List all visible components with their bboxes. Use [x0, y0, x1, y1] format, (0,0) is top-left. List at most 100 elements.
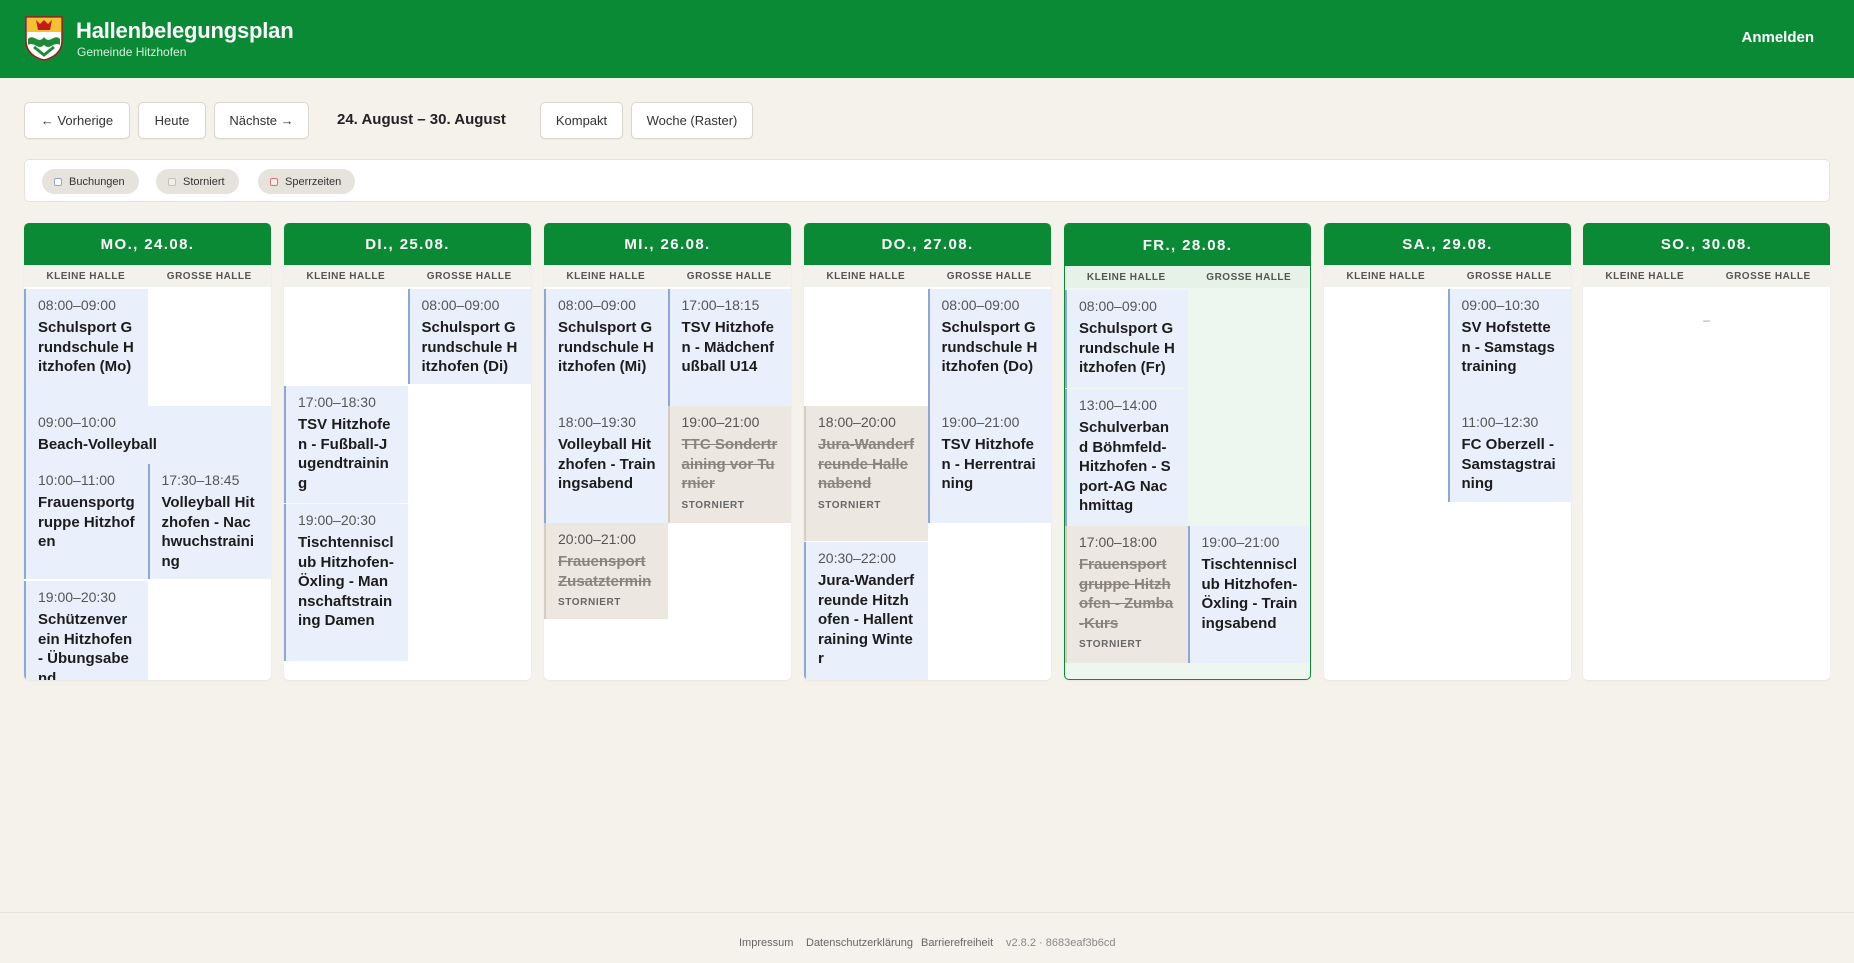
- day-column: FR., 28.08. KLEINE HALLE GROSSE HALLE 08:00…: [1064, 223, 1311, 680]
- booking-title: SV Hofstetten - Samstagstraining: [1461, 319, 1555, 375]
- booking[interactable]: 17:30–18:45 Volleyball Hitzhofen - Nachwu…: [147, 464, 271, 579]
- cancelled-booking[interactable]: 19:00–21:00 TTC Sondertraining vor Turnie…: [667, 406, 791, 523]
- today-button[interactable]: Heute: [138, 102, 206, 139]
- day-column: MO., 24.08. KLEINE HALLE GROSSE HALLE 08:00…: [24, 223, 271, 680]
- booking-title: Jura-Wanderfreunde Hitzhofen - Hallentra…: [818, 572, 915, 667]
- hall-header-large: GROSSE HALLE: [147, 265, 271, 287]
- day-header[interactable]: DO., 27.08.: [804, 223, 1051, 265]
- hall-header-small: KLEINE HALLE: [1065, 266, 1188, 288]
- booking-time: 20:30–22:00: [818, 550, 896, 566]
- cancelled-booking[interactable]: 17:00–18:00 Frauensportgruppe Hitzhofen -…: [1065, 526, 1188, 663]
- hall-header-small: KLEINE HALLE: [24, 265, 148, 287]
- booking-title: Schulsport Grundschule Hitzhofen (Di): [421, 319, 518, 375]
- booking-time: 09:00–10:30: [1461, 297, 1540, 313]
- booking-time: 17:00–18:00: [1079, 534, 1157, 550]
- booking[interactable]: 08:00–09:00 Schulsport Grundschule Hitzho…: [407, 289, 531, 384]
- booking[interactable]: 09:00–10:30 SV Hofstetten - Samstagstrain…: [1447, 289, 1571, 406]
- booking-title: Tischtennisclub Hitzhofen-Öxling - Manns…: [298, 534, 394, 629]
- date-range-label: 24. August – 30. August: [337, 111, 506, 128]
- booking[interactable]: 19:00–20:30 Tischtennisclub Hitzhofen-Öxl…: [284, 504, 408, 661]
- day-header[interactable]: MO., 24.08.: [24, 223, 271, 265]
- login-link[interactable]: Anmelden: [1741, 29, 1814, 46]
- day-header[interactable]: FR., 28.08.: [1065, 224, 1310, 266]
- previous-week-button[interactable]: ← Vorherige: [24, 102, 130, 139]
- legend-bookings-chip[interactable]: Buchungen: [42, 169, 139, 194]
- legend-bar: Buchungen Storniert Sperrzeiten: [24, 159, 1830, 202]
- day-header[interactable]: MI., 26.08.: [544, 223, 791, 265]
- booking[interactable]: 13:00–14:00 Schulverband Böhmfeld-Hitzhof…: [1065, 389, 1188, 526]
- cancelled-booking[interactable]: 18:00–20:00 Jura-Wanderfreunde Hallenaben…: [804, 406, 928, 541]
- week-grid-view-button[interactable]: Woche (Raster): [631, 102, 753, 139]
- status-badge: STORNIERT: [558, 597, 621, 608]
- status-badge: STORNIERT: [1079, 639, 1142, 650]
- booking[interactable]: 08:00–09:00 Schulsport Grundschule Hitzho…: [927, 289, 1051, 406]
- booking-time: 18:00–19:30: [558, 414, 636, 430]
- next-week-button[interactable]: Nächste →: [214, 102, 309, 139]
- booking-time: 17:00–18:30: [298, 394, 376, 410]
- booking-title: TSV Hitzhofen - Fußball-Jugendtraining: [298, 416, 391, 492]
- legend-cancelled-chip[interactable]: Storniert: [156, 169, 239, 194]
- booking-title: Jura-Wanderfreunde Hallenabend: [818, 436, 915, 492]
- legend-blocked-label: Sperrzeiten: [285, 175, 342, 188]
- legend-bookings-label: Buchungen: [69, 175, 125, 188]
- hall-header-small: KLEINE HALLE: [544, 265, 668, 287]
- booking-time: 08:00–09:00: [1079, 298, 1157, 314]
- booking[interactable]: 20:30–22:00 Jura-Wanderfreunde Hitzhofen …: [804, 542, 928, 680]
- hall-header-small: KLEINE HALLE: [284, 265, 408, 287]
- footer-privacy-link[interactable]: Datenschutzerklärung: [806, 937, 913, 949]
- cancelled-booking[interactable]: 20:00–21:00 Frauensport Zusatztermin STORN…: [544, 523, 668, 619]
- day-header[interactable]: DI., 25.08.: [284, 223, 531, 265]
- hall-header-small: KLEINE HALLE: [1583, 265, 1707, 287]
- booking-title: Volleyball Hitzhofen - Trainingsabend: [558, 436, 656, 492]
- compact-view-button[interactable]: Kompakt: [540, 102, 623, 139]
- booking[interactable]: 09:00–10:00 Beach-Volleyball: [24, 406, 271, 464]
- booking[interactable]: 19:00–21:00 TSV Hitzhofen - Herrentrainin…: [927, 406, 1051, 523]
- status-badge: STORNIERT: [681, 499, 745, 511]
- day-header[interactable]: SA., 29.08.: [1324, 223, 1571, 265]
- booking-title: Frauensportgruppe Hitzhofen: [38, 494, 135, 550]
- booking-title: Beach-Volleyball: [38, 436, 157, 453]
- booking[interactable]: 19:00–21:00 Tischtennisclub Hitzhofen-Öxl…: [1187, 526, 1310, 663]
- booking[interactable]: 19:00–20:30 Schützenverein Hitzhofen - Üb…: [24, 581, 148, 680]
- legend-cancelled-label: Storniert: [183, 175, 225, 188]
- booking-time: 20:00–21:00: [558, 531, 636, 547]
- blocked-swatch-icon: [270, 177, 278, 186]
- booking[interactable]: 08:00–09:00 Schulsport Grundschule Hitzho…: [24, 289, 148, 406]
- booking[interactable]: 18:00–19:30 Volleyball Hitzhofen - Traini…: [544, 406, 668, 523]
- booking-time: 19:00–20:30: [298, 512, 376, 528]
- day-header[interactable]: SO., 30.08.: [1583, 223, 1830, 265]
- booking-time: 08:00–09:00: [558, 297, 636, 313]
- booking-time: 19:00–21:00: [1201, 534, 1280, 550]
- booking-time: 17:30–18:45: [161, 472, 240, 488]
- legend-blocked-chip[interactable]: Sperrzeiten: [258, 169, 356, 194]
- booking[interactable]: 08:00–09:00 Schulsport Grundschule Hitzho…: [1065, 290, 1188, 388]
- hall-header-small: KLEINE HALLE: [1324, 265, 1448, 287]
- footer-accessibility-link[interactable]: Barrierefreiheit: [921, 937, 993, 949]
- booking-title: Tischtennisclub Hitzhofen-Öxling - Train…: [1201, 556, 1298, 632]
- booking[interactable]: 10:00–11:00 Frauensportgruppe Hitzhofen: [24, 464, 148, 579]
- booking-title: Frauensport Zusatztermin: [558, 553, 652, 590]
- booking[interactable]: 17:00–18:30 TSV Hitzhofen - Fußball-Jugen…: [284, 386, 408, 503]
- empty-day-marker: –: [1703, 313, 1710, 327]
- booking[interactable]: 17:00–18:15 TSV Hitzhofen - Mädchenfußbal…: [667, 289, 791, 406]
- day-column: SA., 29.08. KLEINE HALLE GROSSE HALLE 09:00…: [1324, 223, 1571, 680]
- app-header: Hallenbelegungsplan Gemeinde Hitzhofen A…: [0, 0, 1854, 78]
- booking[interactable]: 08:00–09:00 Schulsport Grundschule Hitzho…: [544, 289, 668, 406]
- booking-title: Frauensportgruppe Hitzhofen - Zumba-Kurs: [1079, 556, 1174, 632]
- booking[interactable]: 11:00–12:30 FC Oberzell - Samstagstrainin…: [1447, 406, 1571, 502]
- day-column: DI., 25.08. KLEINE HALLE GROSSE HALLE 08:00…: [284, 223, 531, 680]
- page-footer: Impressum Datenschutzerklärung Barrieref…: [0, 912, 1854, 963]
- booking-title: Schulsport Grundschule Hitzhofen (Fr): [1079, 320, 1175, 376]
- booking-title: TTC Sondertraining vor Turnier: [681, 436, 778, 492]
- booking-time: 13:00–14:00: [1079, 397, 1157, 413]
- booking-time: 17:00–18:15: [681, 297, 760, 313]
- booking-title: Schulverband Böhmfeld-Hitzhofen - Sport-…: [1079, 419, 1171, 514]
- booking-title: Volleyball Hitzhofen - Nachwuchstraining: [161, 494, 255, 570]
- footer-impressum-link[interactable]: Impressum: [739, 937, 793, 949]
- hall-header-large: GROSSE HALLE: [927, 265, 1051, 287]
- day-column: DO., 27.08. KLEINE HALLE GROSSE HALLE 08:00…: [804, 223, 1051, 680]
- status-badge: STORNIERT: [818, 499, 881, 511]
- booking-title: Schützenverein Hitzhofen - Übungsabend: [38, 611, 133, 680]
- booking-title: Schulsport Grundschule Hitzhofen (Do): [941, 319, 1038, 375]
- hall-header-large: GROSSE HALLE: [1447, 265, 1571, 287]
